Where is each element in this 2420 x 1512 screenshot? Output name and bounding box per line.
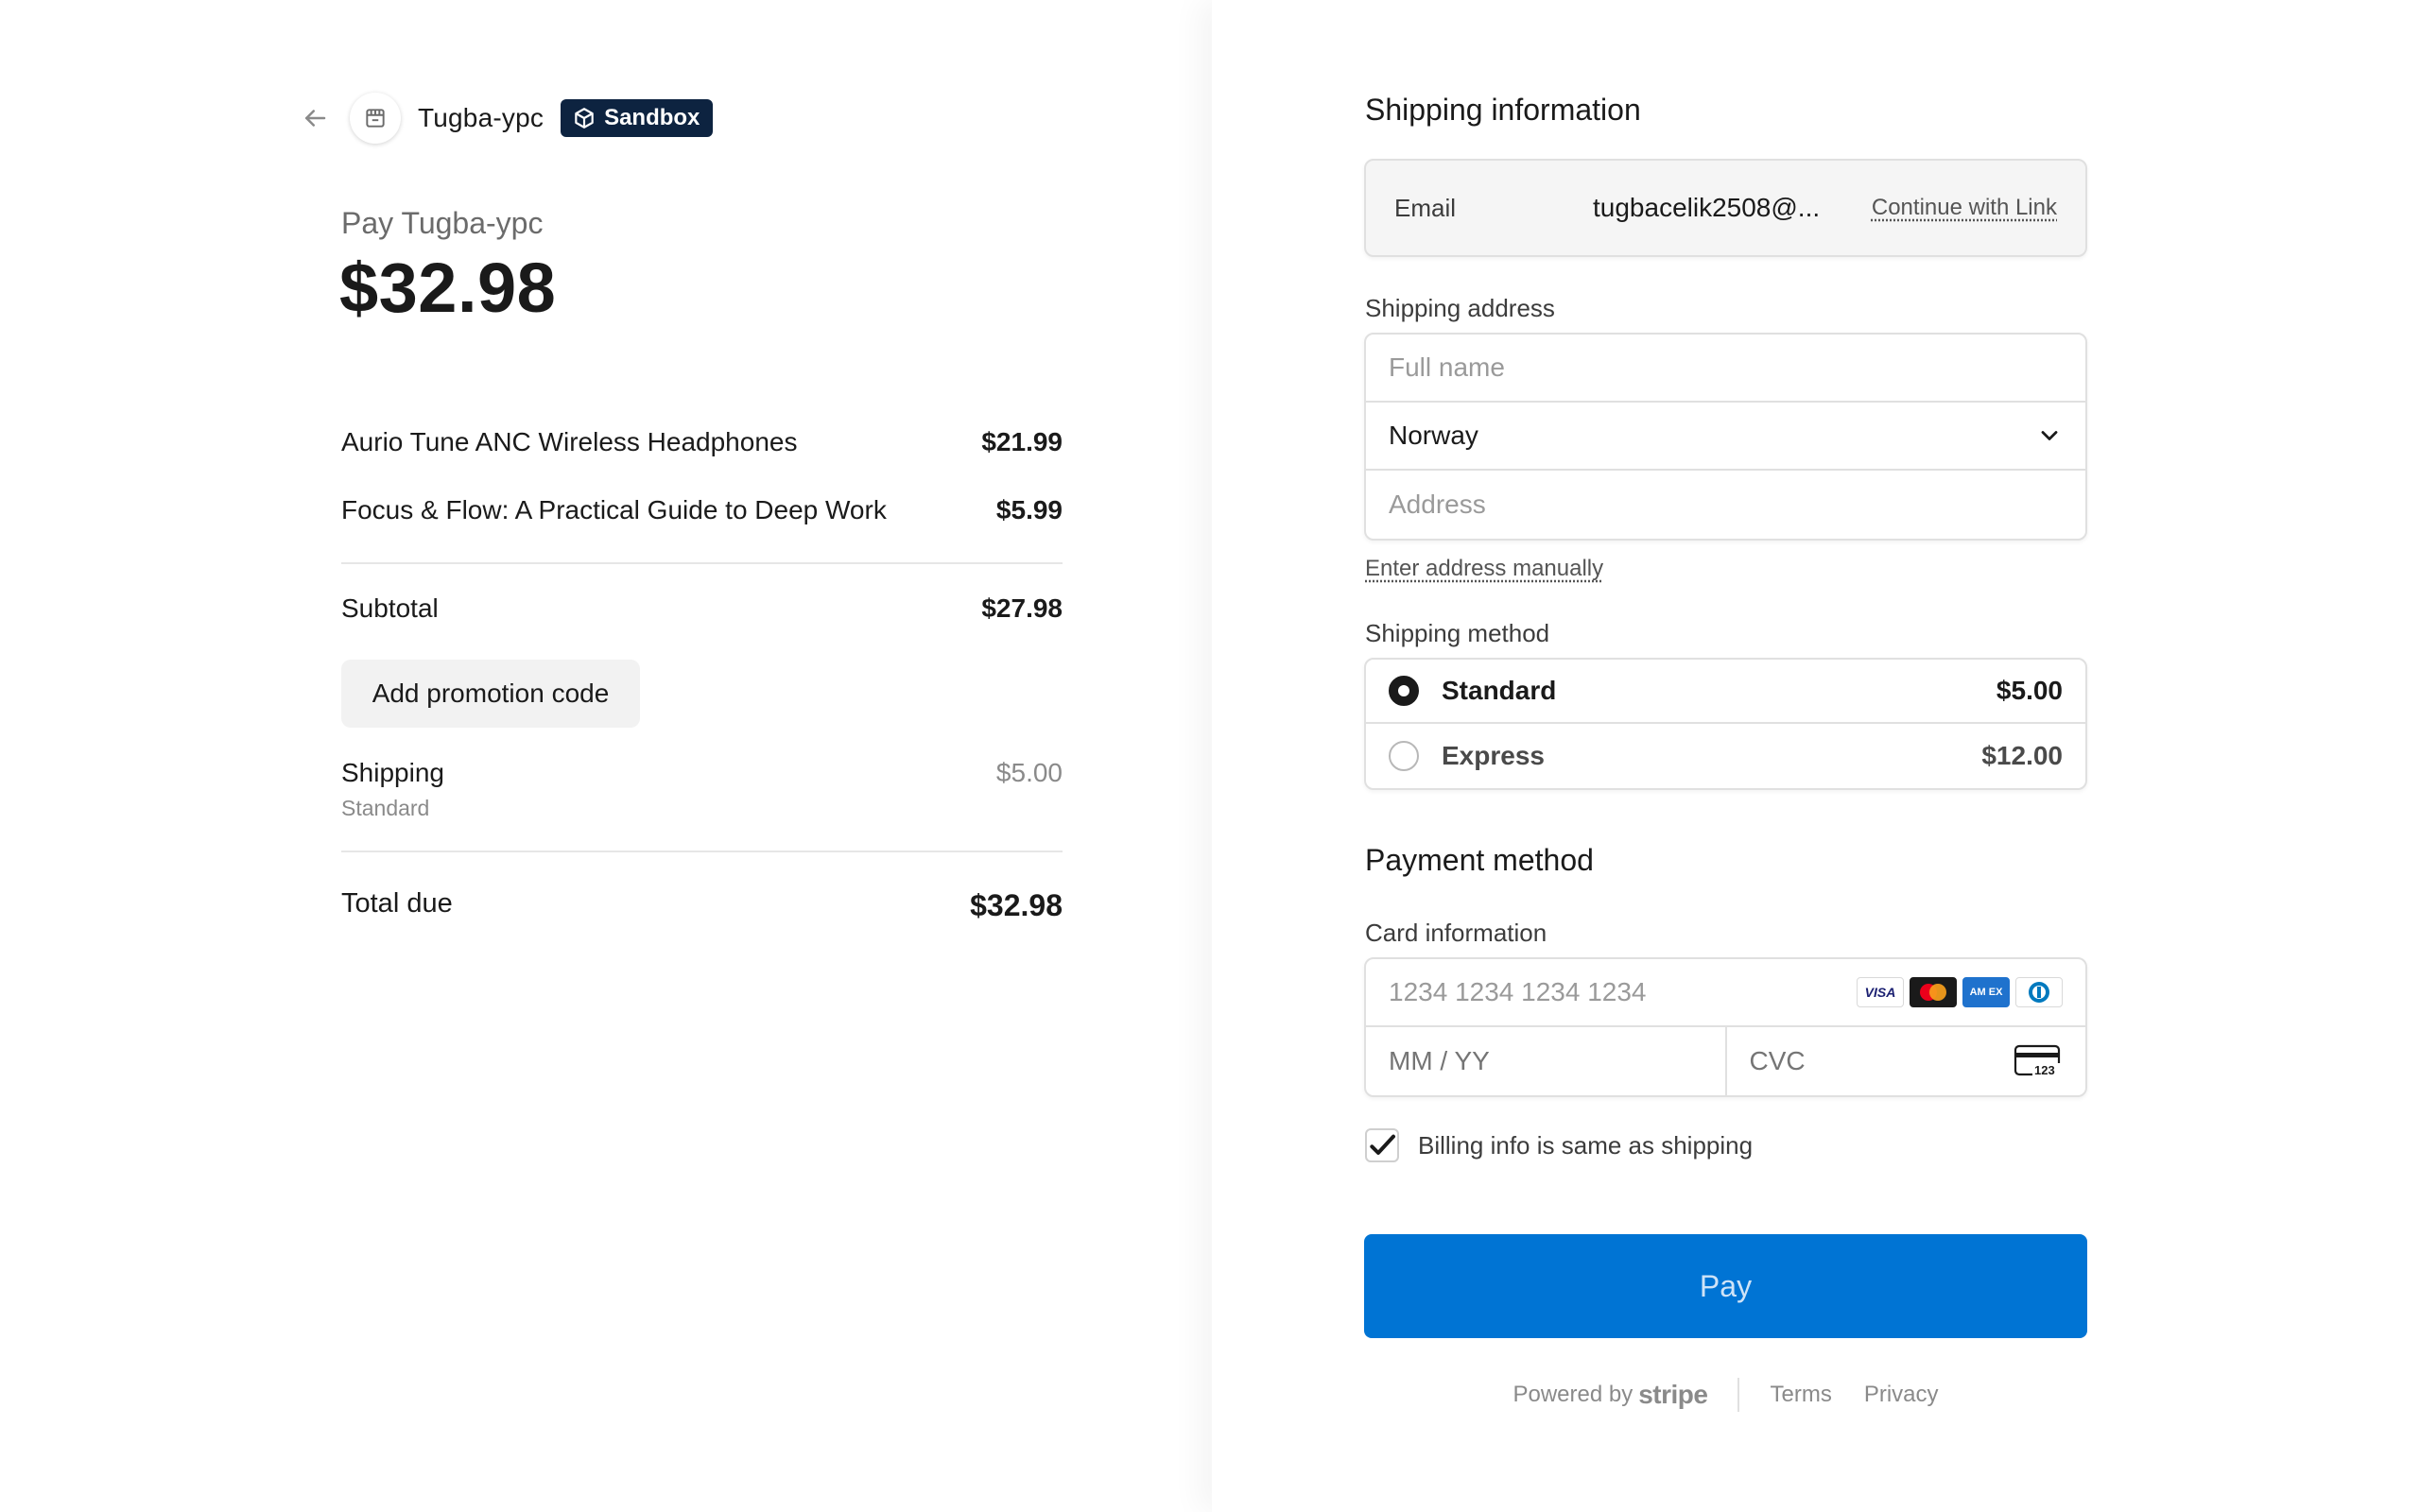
shipping-label: Shipping (341, 758, 444, 787)
cvc-input[interactable] (1749, 1046, 1939, 1076)
line-item: Aurio Tune ANC Wireless Headphones $21.9… (341, 427, 1063, 457)
shipping-method-label: Standard (341, 796, 430, 820)
svg-text:123: 123 (2034, 1063, 2055, 1077)
line-item-price: $21.99 (981, 427, 1063, 456)
shipping-label-group: Shipping Standard (341, 758, 444, 821)
stripe-logo[interactable]: stripe (1638, 1380, 1708, 1410)
email-value: tugbacelik2508@... (1593, 193, 1821, 222)
billing-same-checkbox-row[interactable]: Billing info is same as shipping (1365, 1128, 1753, 1162)
card-information-group: VISA AM EX (1364, 957, 2087, 1097)
merchant-name: Tugba-ypc (418, 103, 544, 132)
subtotal-row: Subtotal $27.98 (341, 593, 1063, 624)
divider (341, 562, 1063, 564)
radio-selected-icon[interactable] (1389, 676, 1419, 706)
shipping-information-title: Shipping information (1365, 93, 1641, 127)
powered-by-label: Powered by (1512, 1382, 1634, 1407)
pay-label: Pay Tugba-ypc (341, 206, 544, 240)
cube-icon (575, 108, 594, 129)
address-row (1366, 471, 2085, 539)
footer: Powered by stripe Terms Privacy (1212, 1378, 2239, 1412)
email-field[interactable]: Email tugbacelik2508@... Continue with L… (1364, 159, 2087, 257)
order-summary-panel: Tugba-ypc Sandbox Pay Tugba-ypc $32.98 A… (0, 0, 1212, 1512)
sandbox-label: Sandbox (604, 105, 700, 130)
email-label: Email (1394, 193, 1457, 222)
line-item-price: $5.99 (995, 495, 1063, 524)
chevron-down-icon (2041, 431, 2058, 440)
diners-club-icon (2015, 977, 2063, 1007)
shipping-address-group: Norway (1364, 333, 2087, 541)
shipping-option-name: Standard (1442, 676, 1557, 705)
full-name-row (1366, 335, 2085, 403)
shipping-address-label: Shipping address (1365, 294, 1555, 322)
total-due-label: Total due (341, 888, 453, 919)
total-due-row: Total due $32.98 (341, 888, 1063, 923)
total-amount: $32.98 (339, 249, 557, 327)
enter-address-manually-link[interactable]: Enter address manually (1365, 556, 1603, 582)
card-number-input[interactable] (1389, 977, 1824, 1007)
shipping-method-label: Shipping method (1365, 619, 1550, 647)
subtotal-amount: $27.98 (981, 593, 1063, 623)
payment-method-title: Payment method (1365, 843, 1594, 877)
terms-link[interactable]: Terms (1770, 1382, 1831, 1408)
mastercard-icon (1910, 977, 1957, 1007)
add-promotion-code-button[interactable]: Add promotion code (341, 660, 640, 728)
radio-unselected-icon[interactable] (1389, 741, 1419, 771)
card-brands: VISA AM EX (1857, 977, 2063, 1007)
line-item-name: Focus & Flow: A Practical Guide to Deep … (341, 495, 887, 524)
shipping-option-express[interactable]: Express $12.00 (1366, 724, 2085, 788)
checkout-page: Tugba-ypc Sandbox Pay Tugba-ypc $32.98 A… (0, 0, 2420, 1512)
card-number-row: VISA AM EX (1366, 959, 2085, 1027)
shipping-option-standard[interactable]: Standard $5.00 (1366, 660, 2085, 724)
divider (341, 850, 1063, 852)
footer-divider (1737, 1378, 1740, 1412)
expiry-input[interactable] (1389, 1046, 1703, 1076)
total-due-amount: $32.98 (970, 888, 1063, 922)
merchant-header: Tugba-ypc Sandbox (299, 91, 714, 146)
pay-button[interactable]: Pay (1364, 1234, 2087, 1338)
cvc-card-icon: 123 (2014, 1044, 2061, 1077)
billing-same-checkbox[interactable] (1365, 1128, 1399, 1162)
shipping-option-price: $12.00 (1981, 741, 2063, 770)
back-arrow-icon[interactable] (299, 102, 331, 134)
continue-with-link-button[interactable]: Continue with Link (1872, 195, 2057, 221)
privacy-link[interactable]: Privacy (1864, 1382, 1939, 1408)
line-item: Focus & Flow: A Practical Guide to Deep … (341, 495, 1063, 525)
shipping-method-group: Standard $5.00 Express $12.00 (1364, 658, 2087, 790)
address-input[interactable] (1389, 490, 2063, 520)
payment-form-panel: Shipping information Email tugbacelik250… (1212, 0, 2420, 1512)
billing-same-label: Billing info is same as shipping (1418, 1130, 1754, 1160)
line-item-name: Aurio Tune ANC Wireless Headphones (341, 427, 798, 456)
amex-icon: AM EX (1962, 977, 2010, 1007)
card-details-row: 123 (1366, 1027, 2085, 1095)
sandbox-badge: Sandbox (561, 99, 714, 137)
store-icon (350, 93, 401, 144)
shipping-amount: $5.00 (995, 758, 1063, 787)
visa-icon: VISA (1857, 977, 1904, 1007)
expiry-cell (1366, 1027, 1727, 1095)
cvc-cell: 123 (1727, 1027, 2086, 1095)
checkmark-icon (1370, 1134, 1395, 1155)
country-select[interactable]: Norway (1366, 403, 2085, 471)
full-name-input[interactable] (1389, 352, 2063, 383)
card-information-label: Card information (1365, 919, 1547, 947)
country-value: Norway (1389, 421, 1478, 450)
subtotal-label: Subtotal (341, 593, 439, 623)
shipping-option-name: Express (1442, 741, 1545, 770)
shipping-row: Shipping Standard $5.00 (341, 758, 1063, 821)
shipping-option-price: $5.00 (1996, 676, 2063, 705)
